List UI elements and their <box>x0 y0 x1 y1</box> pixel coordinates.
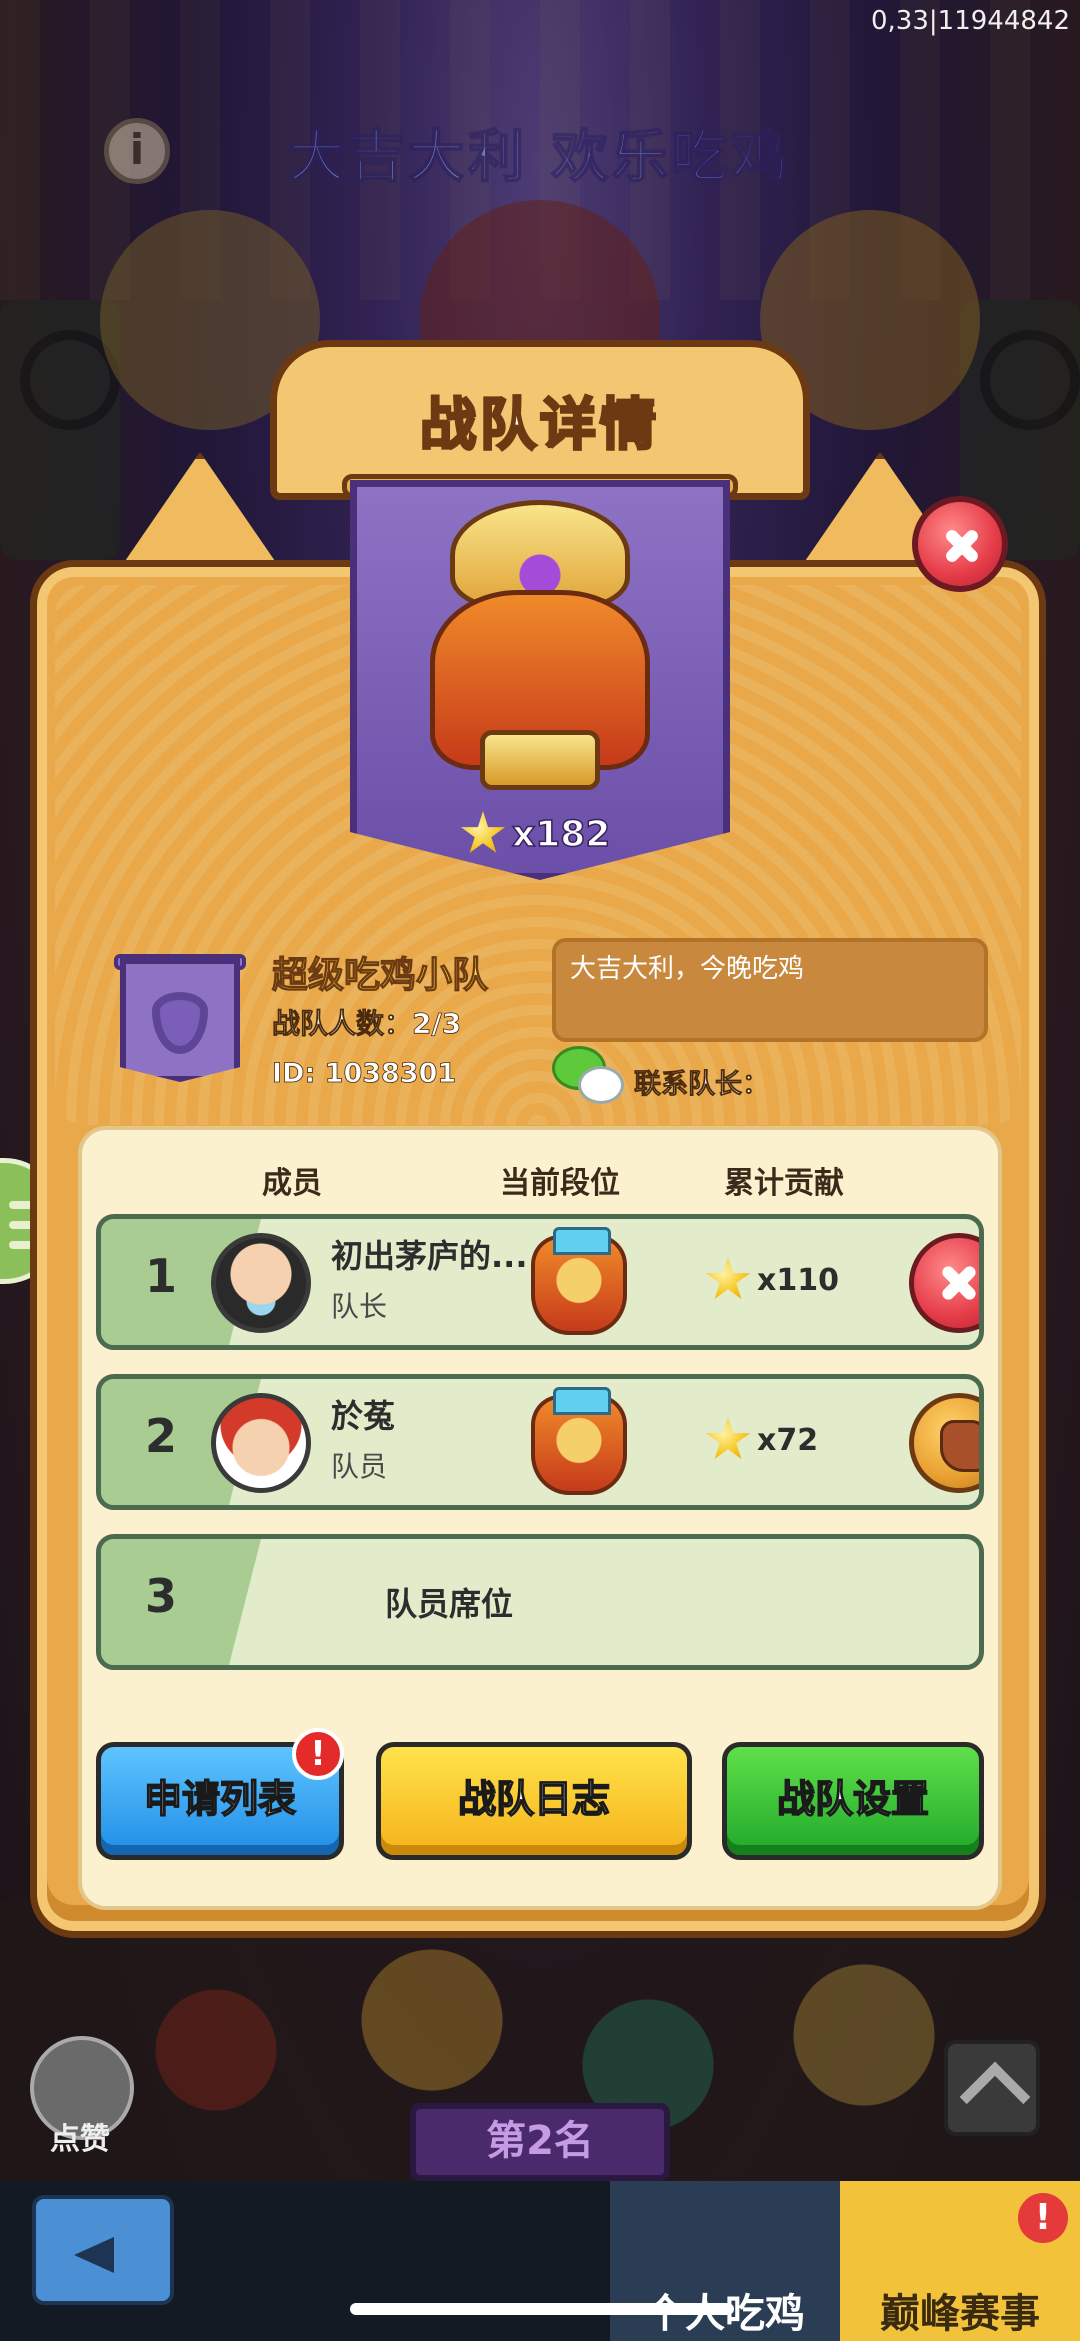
member-number: 2 <box>145 1409 178 1463</box>
emblem-base <box>480 730 600 790</box>
member-name: 於菟 <box>331 1397 396 1435</box>
scroll-up-button[interactable] <box>944 2040 1040 2136</box>
rank-emblem-icon <box>531 1227 627 1335</box>
star-icon <box>460 811 506 853</box>
column-header-member: 成员 <box>262 1166 322 1201</box>
like-label: 点赞 <box>50 2122 110 2157</box>
remove-member-button[interactable] <box>909 1233 979 1333</box>
back-arrow-button[interactable] <box>32 2195 174 2305</box>
empty-seat-label: 队员席位 <box>385 1585 514 1623</box>
notification-badge: ! <box>1018 2193 1068 2243</box>
member-contribution: x110 <box>705 1257 839 1303</box>
member-row[interactable]: 1 初出茅庐的... 队长 x110 <box>96 1214 984 1350</box>
dialog-title: 战队详情 <box>419 392 660 460</box>
member-role: 队长 <box>331 1290 388 1323</box>
team-name: 超级吃鸡小队 <box>271 954 489 996</box>
contact-captain-label: 联系队长： <box>634 1069 770 1101</box>
alert-badge: ! <box>292 1728 344 1780</box>
info-icon[interactable]: i <box>104 118 170 184</box>
wechat-bubble <box>578 1066 624 1104</box>
column-header-rank: 当前段位 <box>500 1166 620 1201</box>
contribution-value: x110 <box>757 1262 839 1298</box>
star-icon <box>705 1417 751 1459</box>
team-emblem-icon <box>410 500 670 800</box>
team-log-button[interactable]: 战队日志 <box>376 1742 692 1860</box>
boot-icon <box>940 1420 979 1472</box>
avatar[interactable] <box>211 1233 311 1333</box>
tab-solo[interactable]: 个人吃鸡 <box>610 2181 840 2341</box>
bottom-nav: 个人吃鸡 巅峰赛事 ! <box>0 2181 1080 2341</box>
debug-readout: 0,33|11944842 <box>871 6 1070 36</box>
team-member-count: 战队人数：2/3 <box>272 1007 462 1041</box>
tab-label: 巅峰赛事 <box>880 2291 1040 2337</box>
empty-seat-row[interactable]: 3 队员席位 <box>96 1534 984 1670</box>
avatar[interactable] <box>211 1393 311 1493</box>
home-indicator[interactable] <box>350 2303 734 2315</box>
seat-number: 3 <box>145 1569 178 1623</box>
team-star-total: x182 <box>460 806 611 862</box>
team-motto: 大吉大利，今晚吃鸡 <box>570 954 805 984</box>
star-icon <box>705 1257 751 1299</box>
contribution-value: x72 <box>757 1422 819 1458</box>
member-role: 队员 <box>331 1450 388 1483</box>
team-settings-button[interactable]: 战队设置 <box>722 1742 984 1860</box>
rank-plate: 第2名 <box>410 2103 670 2181</box>
column-header-contribution: 累计贡献 <box>724 1166 844 1201</box>
member-contribution: x72 <box>705 1417 818 1463</box>
tab-peak-event[interactable]: 巅峰赛事 ! <box>840 2181 1080 2341</box>
team-id: ID: 1038301 <box>272 1058 457 1090</box>
team-star-count: x182 <box>511 813 611 856</box>
member-number: 1 <box>145 1249 178 1303</box>
member-row[interactable]: 2 於菟 队员 x72 <box>96 1374 984 1510</box>
wechat-icon[interactable] <box>552 1046 624 1108</box>
member-name: 初出茅庐的... <box>331 1237 528 1275</box>
kick-boot-button[interactable] <box>909 1393 979 1493</box>
rank-emblem-icon <box>531 1387 627 1495</box>
close-button[interactable] <box>912 496 1008 592</box>
